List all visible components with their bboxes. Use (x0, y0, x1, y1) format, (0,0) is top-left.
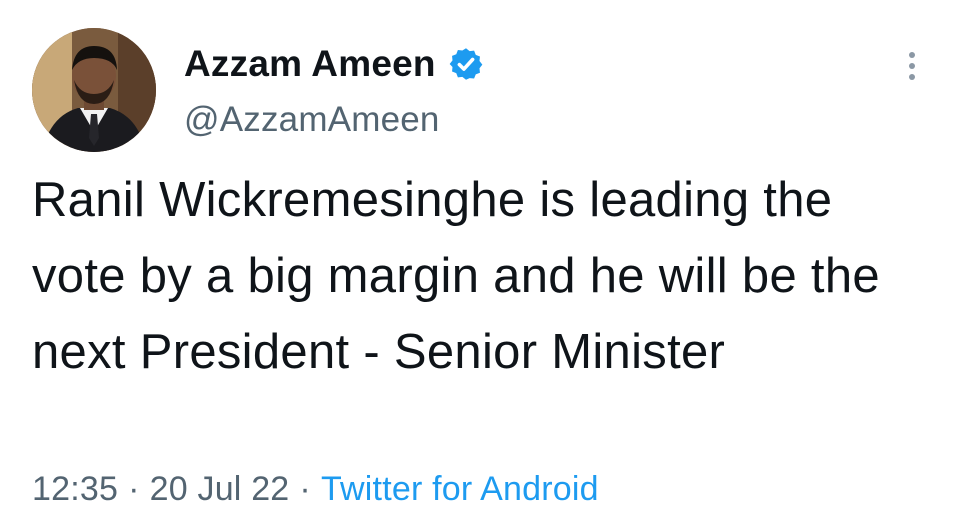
tweet-time[interactable]: 12:35 (32, 470, 118, 508)
meta-separator: · (299, 470, 311, 508)
more-vertical-icon (909, 52, 915, 58)
author-avatar[interactable] (32, 28, 156, 152)
tweet-source-link[interactable]: Twitter for Android (321, 470, 599, 508)
tweet-text: Ranil Wickremesinghe is leading the vote… (32, 173, 880, 379)
author-display-name[interactable]: Azzam Ameen (184, 43, 436, 85)
meta-separator: · (128, 470, 140, 508)
author-handle[interactable]: @AzzamAmeen (184, 100, 440, 140)
tweet-date[interactable]: 20 Jul 22 (150, 470, 290, 508)
tweet-meta: 12:35 · 20 Jul 22 · Twitter for Android (32, 470, 599, 509)
author-name-row: Azzam Ameen (184, 40, 484, 88)
tweet-card: Azzam Ameen @AzzamAmeen Ranil Wickremesi… (0, 0, 960, 530)
more-options-button[interactable] (898, 46, 926, 86)
verified-badge-icon (448, 46, 484, 82)
avatar-photo-icon (32, 28, 156, 152)
